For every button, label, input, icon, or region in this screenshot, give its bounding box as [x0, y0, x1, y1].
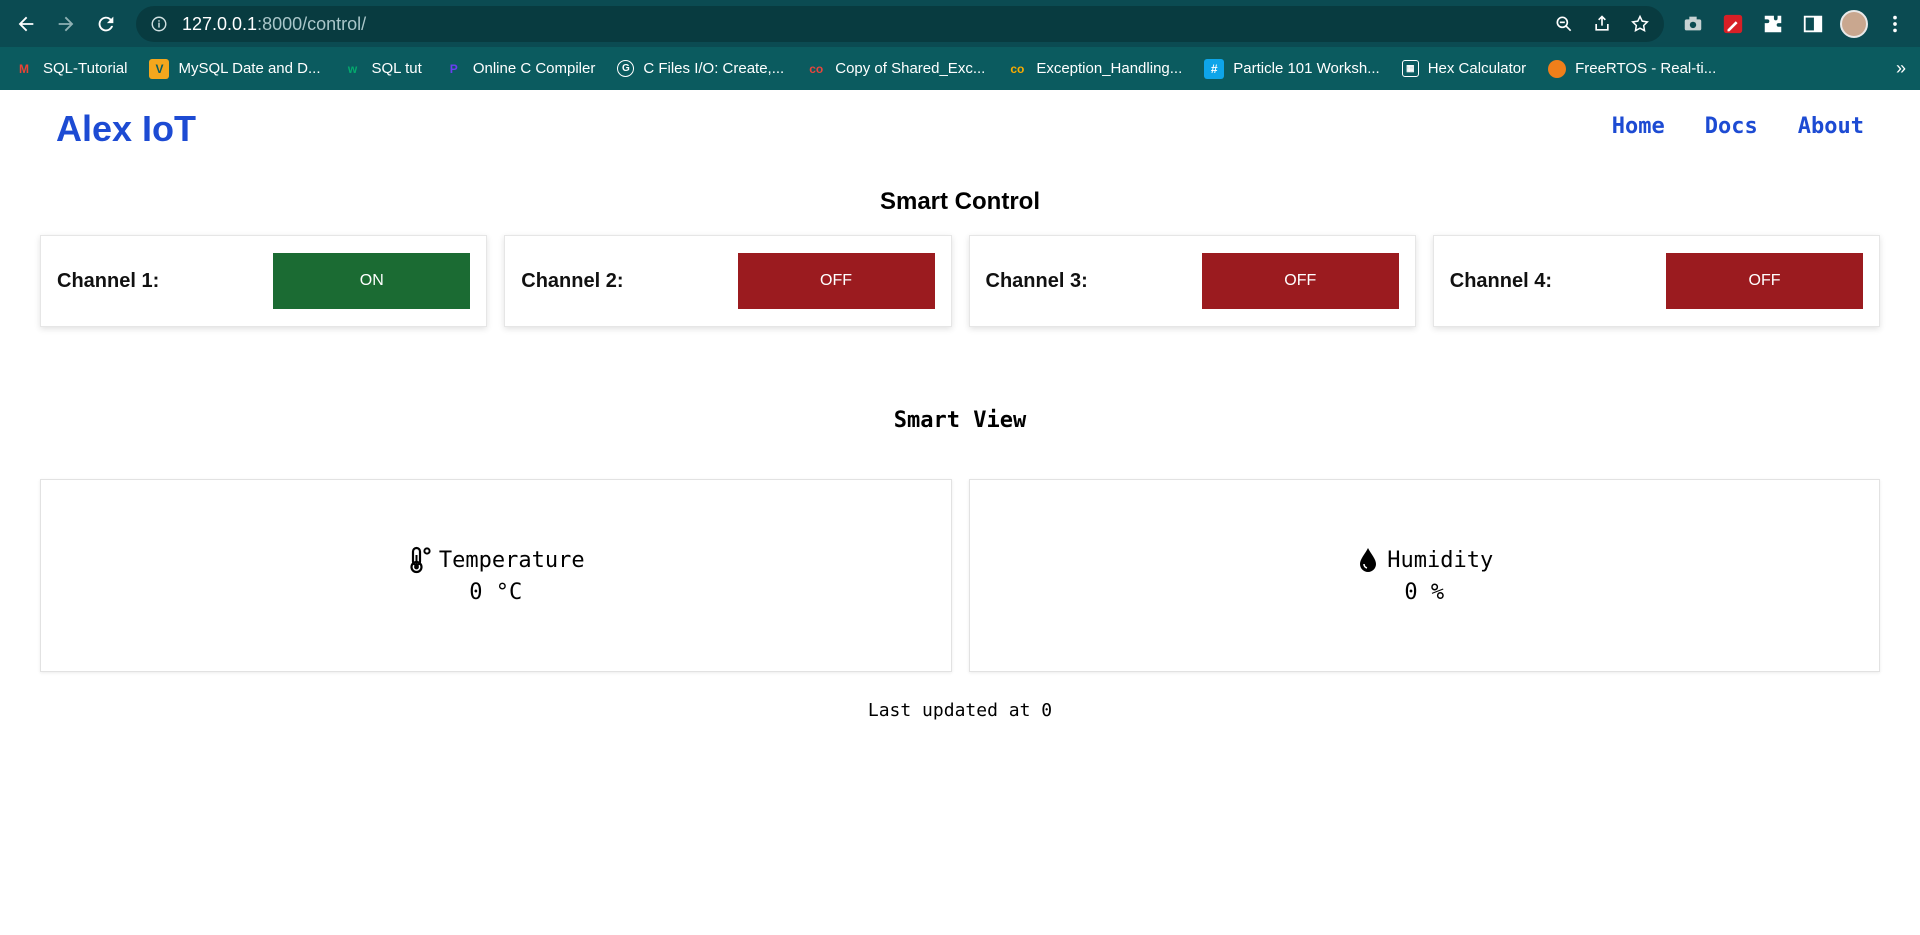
channel-label: Channel 3:: [985, 269, 1088, 292]
smart-control-title: Smart Control: [879, 188, 1040, 215]
channel-cards: Channel 1: ON Channel 2: OFF Channel 3: …: [40, 235, 1880, 327]
share-icon[interactable]: [1592, 14, 1612, 34]
side-panel-icon[interactable]: [1800, 11, 1826, 37]
channel-1-toggle-button[interactable]: ON: [273, 253, 471, 309]
colab-icon: co: [1010, 61, 1025, 76]
humidity-label: Humidity: [1387, 547, 1494, 573]
sensor-cards: Temperature 0 °C Humidity 0 %: [40, 479, 1880, 672]
colab-icon: co: [809, 61, 824, 76]
camera-extension-icon[interactable]: [1680, 11, 1706, 37]
thermometer-icon: [407, 546, 433, 574]
bookmarks-bar: M SQL-Tutorial V MySQL Date and D... w SQL …: [0, 47, 1920, 90]
reload-icon: [98, 16, 114, 31]
w3-icon: w: [347, 61, 358, 76]
forward-button[interactable]: [46, 4, 86, 44]
temperature-card: Temperature 0 °C: [40, 479, 952, 672]
bookmark-item[interactable]: GC Files I/O: Create,...: [617, 54, 784, 84]
pen-extension-icon[interactable]: [1720, 11, 1746, 37]
address-bar[interactable]: 127.0.0.1:8000/control/: [136, 6, 1664, 42]
browser-toolbar: 127.0.0.1:8000/control/: [0, 0, 1920, 47]
bookmark-item[interactable]: # Particle 101 Worksh...: [1204, 54, 1380, 84]
compiler-icon: P: [449, 61, 458, 76]
bookmark-item[interactable]: P Online C Compiler: [444, 54, 596, 84]
bookmark-item[interactable]: w SQL tut: [343, 54, 422, 84]
channel-card: Channel 2: OFF: [504, 235, 952, 327]
humidity-value: 0 %: [1404, 580, 1445, 605]
zoom-icon[interactable]: [1554, 14, 1574, 34]
freertos-icon: [1548, 59, 1567, 78]
channel-4-toggle-button[interactable]: OFF: [1666, 253, 1863, 309]
page: Alex IoT Home Docs About Smart Control C…: [0, 90, 1920, 935]
channel-2-toggle-button[interactable]: OFF: [737, 253, 935, 309]
nav-home-link[interactable]: Home: [1612, 114, 1665, 139]
channel-card: Channel 4: OFF: [1432, 235, 1880, 327]
programiz-icon: G: [617, 60, 635, 77]
calculator-icon: ▦: [1401, 60, 1419, 77]
arrow-right-icon: [58, 16, 74, 31]
bookmark-item[interactable]: M SQL-Tutorial: [14, 54, 127, 84]
bookmark-item[interactable]: co Copy of Shared_Exc...: [806, 54, 985, 84]
bookmarks-overflow-button[interactable]: »: [1896, 47, 1906, 90]
star-icon[interactable]: [1630, 14, 1650, 34]
bookmark-item[interactable]: V MySQL Date and D...: [149, 54, 321, 84]
channel-card: Channel 3: OFF: [968, 235, 1416, 327]
channel-label: Channel 2:: [521, 269, 624, 292]
humidity-card: Humidity 0 %: [968, 479, 1880, 672]
main-nav: Home Docs About: [1612, 114, 1864, 139]
hash-icon: #: [1204, 58, 1225, 79]
channel-card: Channel 1: ON: [40, 235, 488, 327]
puzzle-icon[interactable]: [1760, 11, 1786, 37]
temperature-value: 0 °C: [469, 580, 523, 605]
channel-label: Channel 4:: [1449, 269, 1552, 292]
nav-docs-link[interactable]: Docs: [1705, 114, 1758, 139]
bookmark-item[interactable]: ▦ Hex Calculator: [1401, 54, 1526, 84]
temperature-label: Temperature: [438, 547, 585, 573]
site-info-icon[interactable]: [150, 15, 168, 33]
menu-dots-icon[interactable]: [1882, 11, 1908, 37]
nav-about-link[interactable]: About: [1798, 114, 1864, 139]
back-button[interactable]: [6, 4, 46, 44]
droplet-icon: [1355, 546, 1381, 574]
profile-avatar[interactable]: [1840, 9, 1868, 38]
smart-view-title: Smart View: [893, 408, 1027, 433]
brand-logo[interactable]: Alex IoT: [56, 108, 196, 150]
last-updated-text: Last updated at 0: [867, 700, 1053, 721]
url-text: 127.0.0.1:8000/control/: [182, 13, 367, 34]
bookmark-item[interactable]: co Exception_Handling...: [1007, 54, 1182, 84]
mysql-icon: V: [149, 58, 170, 79]
bookmark-item[interactable]: FreeRTOS - Real-ti...: [1548, 54, 1716, 84]
channel-label: Channel 1:: [57, 269, 160, 292]
arrow-left-icon: [18, 16, 34, 31]
gmail-icon: M: [19, 61, 29, 76]
reload-button[interactable]: [86, 4, 126, 44]
channel-3-toggle-button[interactable]: OFF: [1201, 253, 1399, 309]
